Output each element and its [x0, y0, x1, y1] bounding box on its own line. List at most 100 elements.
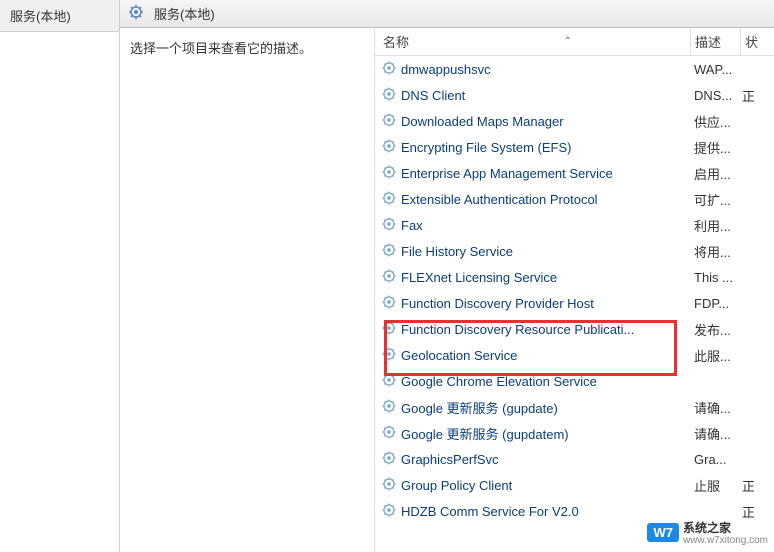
gear-icon: [381, 502, 401, 521]
gear-icon: [381, 164, 401, 183]
service-name-cell: Fax: [375, 216, 690, 235]
service-name-text: Google 更新服务 (gupdate): [401, 398, 558, 417]
service-row[interactable]: Downloaded Maps Manager 供应...: [375, 108, 774, 134]
gear-icon: [381, 346, 401, 365]
service-desc-cell: Gra...: [690, 452, 738, 467]
watermark-badge: W7: [647, 523, 679, 542]
service-name-cell: Geolocation Service: [375, 346, 690, 365]
watermark: W7 系统之家 www.w7xitong.com: [647, 519, 768, 546]
service-row[interactable]: Google Chrome Elevation Service: [375, 368, 774, 394]
column-header-status[interactable]: 状: [740, 28, 760, 55]
left-nav-item-services[interactable]: 服务(本地): [0, 0, 119, 32]
service-row[interactable]: Google 更新服务 (gupdatem) 请确...: [375, 420, 774, 446]
service-desc-cell: 供应...: [690, 112, 738, 131]
watermark-url: www.w7xitong.com: [683, 536, 768, 546]
service-name-cell: Group Policy Client: [375, 476, 690, 495]
service-row[interactable]: Fax 利用...: [375, 212, 774, 238]
gear-icon: [381, 294, 401, 313]
service-desc-cell: 发布...: [690, 320, 738, 339]
service-name-cell: Google 更新服务 (gupdate): [375, 398, 690, 417]
service-name-text: Encrypting File System (EFS): [401, 140, 572, 155]
service-name-cell: Function Discovery Resource Publicati...: [375, 320, 690, 339]
service-name-cell: Encrypting File System (EFS): [375, 138, 690, 157]
service-name-text: Group Policy Client: [401, 478, 512, 493]
service-desc-cell: 止服: [690, 476, 738, 495]
gear-icon: [381, 86, 401, 105]
left-nav-panel: 服务(本地): [0, 0, 120, 552]
service-desc-cell: WAP...: [690, 62, 738, 77]
service-name-text: Function Discovery Resource Publicati...: [401, 322, 634, 337]
service-name-text: HDZB Comm Service For V2.0: [401, 504, 579, 519]
description-pane: 选择一个项目来查看它的描述。: [120, 28, 375, 552]
service-name-text: Extensible Authentication Protocol: [401, 192, 598, 207]
column-name-label: 名称: [383, 32, 409, 51]
services-list-pane: 名称 ⌃ 描述 状 dmwappushsvcWAP...DNS ClientDN…: [375, 28, 774, 552]
watermark-brand: 系统之家: [683, 521, 731, 535]
service-name-text: DNS Client: [401, 88, 465, 103]
gear-icon: [381, 268, 401, 287]
service-row[interactable]: Enterprise App Management Service启用...: [375, 160, 774, 186]
service-name-cell: Downloaded Maps Manager: [375, 112, 690, 131]
service-name-cell: Function Discovery Provider Host: [375, 294, 690, 313]
service-name-text: GraphicsPerfSvc: [401, 452, 499, 467]
service-row[interactable]: dmwappushsvc WAP...: [375, 56, 774, 82]
sort-caret-icon: ⌃: [564, 36, 572, 47]
service-name-text: Google 更新服务 (gupdatem): [401, 424, 569, 443]
list-body: dmwappushsvcWAP...DNS ClientDNS...正Downl…: [375, 56, 774, 524]
gear-icon: [381, 424, 401, 443]
service-name-text: FLEXnet Licensing Service: [401, 270, 557, 285]
service-row[interactable]: Google 更新服务 (gupdate) 请确...: [375, 394, 774, 420]
services-icon: [128, 4, 148, 23]
service-row[interactable]: FLEXnet Licensing Service This ...: [375, 264, 774, 290]
service-name-cell: GraphicsPerfSvc: [375, 450, 690, 469]
service-status-cell: 正: [738, 476, 754, 495]
gear-icon: [381, 60, 401, 79]
service-row[interactable]: Group Policy Client 止服正: [375, 472, 774, 498]
description-text: 选择一个项目来查看它的描述。: [130, 41, 312, 56]
service-status-cell: 正: [738, 502, 754, 521]
gear-icon: [381, 320, 401, 339]
service-name-cell: Extensible Authentication Protocol: [375, 190, 690, 209]
gear-icon: [381, 242, 401, 261]
service-row[interactable]: DNS Client DNS...正: [375, 82, 774, 108]
watermark-text: 系统之家 www.w7xitong.com: [683, 519, 768, 546]
gear-icon: [381, 190, 401, 209]
service-row[interactable]: Geolocation Service此服...: [375, 342, 774, 368]
column-header-desc[interactable]: 描述: [690, 28, 740, 55]
service-name-cell: File History Service: [375, 242, 690, 261]
service-name-cell: DNS Client: [375, 86, 690, 105]
service-name-cell: dmwappushsvc: [375, 60, 690, 79]
service-desc-cell: FDP...: [690, 296, 738, 311]
gear-icon: [381, 216, 401, 235]
service-name-text: Geolocation Service: [401, 348, 517, 363]
service-name-cell: Google Chrome Elevation Service: [375, 372, 690, 391]
service-name-cell: Enterprise App Management Service: [375, 164, 690, 183]
gear-icon: [381, 476, 401, 495]
service-desc-cell: 启用...: [690, 164, 738, 183]
service-name-text: dmwappushsvc: [401, 62, 491, 77]
service-desc-cell: 利用...: [690, 216, 738, 235]
column-header-name[interactable]: 名称 ⌃: [375, 28, 690, 55]
service-desc-cell: 请确...: [690, 398, 738, 417]
service-name-cell: Google 更新服务 (gupdatem): [375, 424, 690, 443]
service-desc-cell: This ...: [690, 270, 738, 285]
service-row[interactable]: File History Service 将用...: [375, 238, 774, 264]
service-row[interactable]: Function Discovery Resource Publicati...…: [375, 316, 774, 342]
gear-icon: [381, 398, 401, 417]
service-row[interactable]: Extensible Authentication Protocol可扩...: [375, 186, 774, 212]
service-name-text: Fax: [401, 218, 423, 233]
header-bar: 服务(本地): [120, 0, 774, 28]
service-name-text: File History Service: [401, 244, 513, 259]
service-row[interactable]: GraphicsPerfSvc Gra...: [375, 446, 774, 472]
service-name-text: Downloaded Maps Manager: [401, 114, 564, 129]
service-row[interactable]: Function Discovery Provider Host FDP...: [375, 290, 774, 316]
list-header: 名称 ⌃ 描述 状: [375, 28, 774, 56]
service-desc-cell: 将用...: [690, 242, 738, 261]
gear-icon: [381, 138, 401, 157]
service-status-cell: 正: [738, 86, 754, 105]
service-name-text: Function Discovery Provider Host: [401, 296, 594, 311]
service-desc-cell: DNS...: [690, 88, 738, 103]
gear-icon: [381, 450, 401, 469]
service-row[interactable]: Encrypting File System (EFS)提供...: [375, 134, 774, 160]
service-desc-cell: 请确...: [690, 424, 738, 443]
